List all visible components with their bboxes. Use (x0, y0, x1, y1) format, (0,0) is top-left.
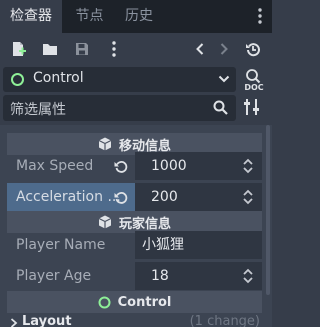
svg-text:DOC: DOC (244, 83, 263, 92)
section-header[interactable]: 玩家信息 (7, 211, 262, 233)
section-title: 移动信息 (118, 138, 171, 154)
history-back-icon[interactable] (190, 39, 210, 59)
doc-help-icon[interactable]: DOC (241, 68, 267, 92)
new-resource-icon[interactable] (8, 39, 28, 59)
player-name-field[interactable]: 小狐狸 (135, 231, 262, 259)
tab-inspector[interactable]: 检查器 (0, 0, 62, 33)
change-count: (1 change) (189, 314, 260, 327)
more-options-icon[interactable] (104, 39, 124, 59)
property-row-player-name: Player Name 小狐狸 (7, 231, 262, 259)
filter-placeholder: 筛选属性 (10, 102, 66, 118)
cube-icon (98, 137, 112, 151)
tab-bar: 检查器 节点 历史 (0, 0, 272, 33)
revert-icon[interactable] (114, 159, 128, 173)
spin-arrows-icon[interactable] (243, 268, 253, 284)
save-icon[interactable] (72, 39, 92, 59)
text-value: 小狐狸 (142, 237, 184, 253)
property-label: Player Age (16, 268, 92, 284)
inspector-toolbar (0, 33, 272, 65)
control-node-icon (11, 73, 24, 86)
cube-icon (98, 215, 112, 229)
scrollbar[interactable] (266, 125, 270, 295)
open-folder-icon[interactable] (40, 39, 60, 59)
kebab-menu-icon[interactable] (258, 8, 262, 24)
object-selector[interactable]: Control (3, 67, 236, 92)
control-circle-icon (98, 296, 111, 309)
property-row-player-age: Player Age 18 (7, 262, 262, 290)
spinbox-value: 18 (151, 268, 169, 284)
property-row-max-speed: Max Speed 1000 (7, 152, 262, 180)
max-speed-spinbox[interactable]: 1000 (135, 152, 262, 180)
section-header[interactable]: Control (7, 291, 262, 313)
revert-icon[interactable] (114, 190, 128, 204)
property-settings-icon[interactable] (243, 98, 261, 116)
acceleration-spinbox[interactable]: 200 (135, 183, 262, 211)
spinbox-value: 1000 (151, 158, 187, 174)
search-icon (213, 100, 228, 115)
player-age-spinbox[interactable]: 18 (135, 262, 262, 290)
tab-node[interactable]: 节点 (62, 0, 117, 33)
spinbox-value: 200 (151, 189, 178, 205)
object-name: Control (33, 70, 84, 86)
spin-arrows-icon[interactable] (243, 189, 253, 205)
history-forward-icon[interactable] (214, 39, 234, 59)
property-label: Player Name (16, 237, 106, 253)
spin-arrows-icon[interactable] (243, 158, 253, 174)
section-title: 玩家信息 (118, 216, 171, 232)
property-list: 移动信息 Max Speed 1000 Acceleration ... 200 (0, 125, 272, 327)
object-history-icon[interactable] (243, 39, 263, 59)
property-row-acceleration: Acceleration ... 200 (7, 183, 262, 211)
filter-properties-input[interactable]: 筛选属性 (3, 95, 236, 121)
group-name: Layout (22, 314, 72, 327)
section-title: Control (117, 294, 172, 310)
layout-group-row[interactable]: Layout (1 change) (7, 314, 262, 327)
caret-right-icon (10, 318, 18, 327)
chevron-down-icon (218, 73, 230, 85)
tab-history[interactable]: 历史 (117, 0, 161, 33)
